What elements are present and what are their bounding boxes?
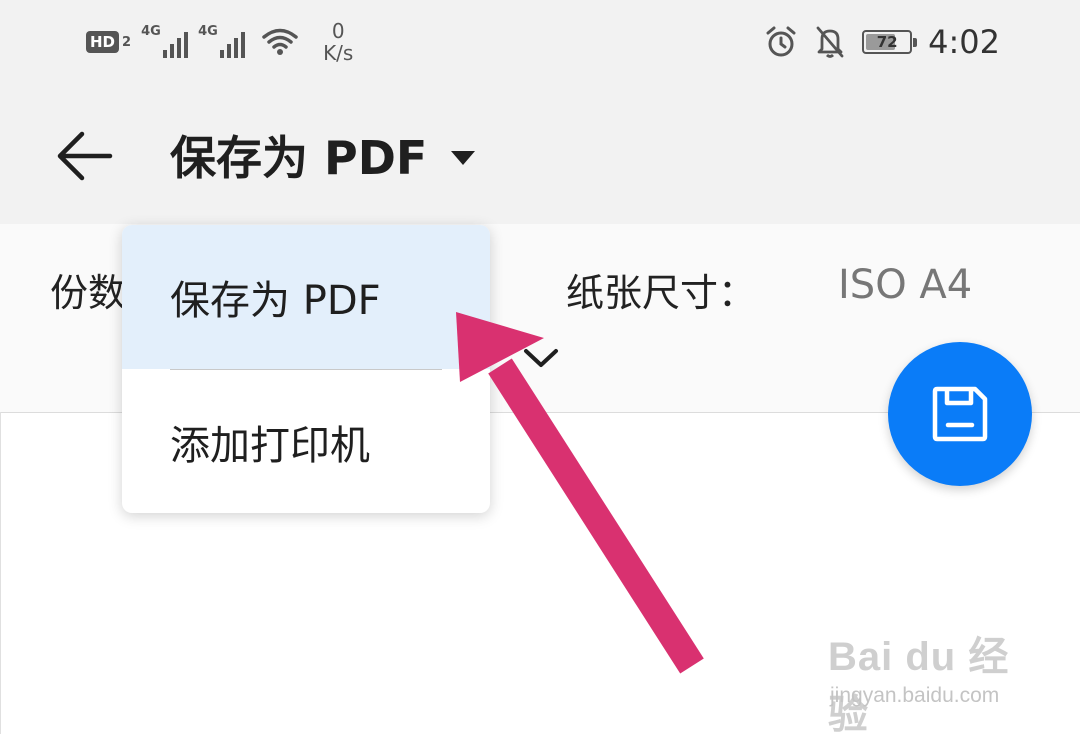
network-type-2: 4G: [198, 24, 218, 39]
paper-size-value: ISO A4: [838, 262, 973, 308]
save-icon: [931, 385, 989, 443]
printer-dropdown-menu: 保存为 PDF 添加打印机: [122, 225, 490, 513]
paper-size-label: 纸张尺寸：: [566, 271, 757, 315]
expand-options-button[interactable]: [516, 338, 566, 378]
signal-icon: 4G: [141, 24, 189, 58]
save-pdf-button[interactable]: [888, 342, 1032, 486]
speed-unit: K/s: [323, 41, 354, 65]
network-type-1: 4G: [141, 24, 161, 39]
page-title: 保存为 PDF: [170, 131, 428, 185]
watermark-url: jingyan.baidu.com: [830, 684, 1000, 707]
watermark-logo: Bai du 经验: [828, 635, 1010, 737]
app-toolbar: 保存为 PDF: [0, 84, 1080, 224]
menu-item-save-as-pdf[interactable]: 保存为 PDF: [122, 225, 490, 369]
printer-selector[interactable]: 保存为 PDF: [170, 122, 476, 188]
alarm-icon: [764, 25, 798, 59]
copies-label: 份数: [50, 271, 127, 315]
back-button[interactable]: [52, 124, 116, 188]
hd-icon: HD 2: [86, 31, 131, 53]
status-left: HD 2 4G 4G 0 K/s: [86, 20, 353, 64]
chevron-down-icon: [523, 347, 559, 369]
battery-icon: 72: [862, 30, 918, 54]
network-speed: 0 K/s: [323, 20, 353, 64]
status-bar: HD 2 4G 4G 0 K/s 72 4:02: [0, 0, 1080, 84]
wifi-icon: [261, 27, 299, 57]
battery-level: 72: [876, 33, 898, 51]
menu-item-add-printer[interactable]: 添加打印机: [122, 370, 490, 513]
signal-icon: 4G: [198, 24, 246, 58]
back-arrow-icon: [54, 130, 114, 182]
divider: [0, 412, 1, 734]
hd-badge-sub: 2: [122, 34, 132, 50]
status-time: 4:02: [928, 23, 1000, 61]
watermark: Bai du 经验 jingyan.baidu.com: [826, 618, 1036, 737]
status-right: 72 4:02: [764, 20, 1000, 64]
caret-down-icon: [451, 151, 476, 165]
hd-badge-text: HD: [86, 31, 120, 53]
speed-value: 0: [331, 19, 345, 43]
bell-off-icon: [814, 25, 846, 59]
